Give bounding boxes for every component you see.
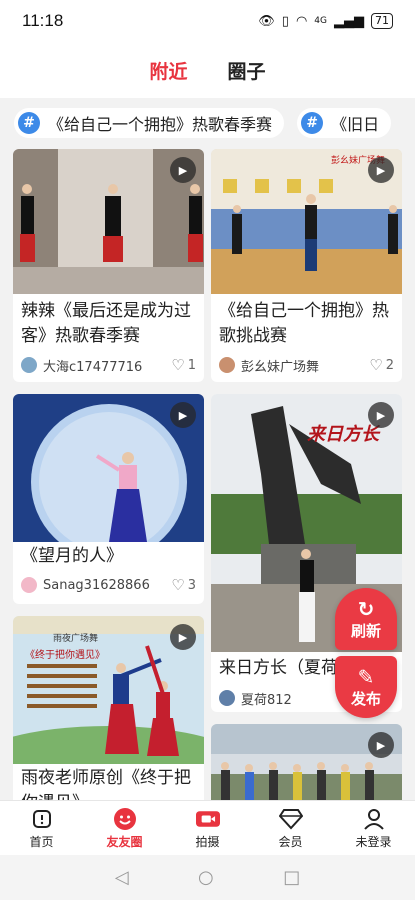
card-title: 《给自己一个拥抱》热歌挑战赛 (219, 301, 389, 346)
avatar (21, 357, 37, 373)
refresh-button[interactable]: ↻ 刷新 (335, 588, 397, 650)
user-icon (362, 807, 386, 831)
video-thumbnail: 雨夜广场舞 《终于把你遇见》 ▶ (13, 616, 204, 764)
video-card[interactable]: ▶ (211, 724, 402, 800)
heart-icon: ♡ (171, 576, 185, 594)
video-thumbnail: ▶ (13, 394, 204, 542)
heart-icon: ♡ (171, 356, 185, 374)
status-icons: 👁 ▯ ◠ 4G ▂▄▆ 71 (258, 13, 393, 29)
diamond-icon (278, 807, 303, 831)
publish-label: 发布 (350, 689, 381, 708)
vibrate-icon: ▯ (281, 13, 289, 29)
battery-indicator: 71 (371, 13, 393, 29)
video-card[interactable]: ▶ 《望月的人》 Sanag31628866 ♡ 3 (13, 394, 204, 604)
camera-icon (195, 807, 220, 831)
video-thumbnail: ▶ (13, 149, 204, 294)
video-card[interactable]: ▶ 辣辣《最后还是成为过客》热歌春季赛 大海c17477716 ♡ 1 (13, 149, 204, 382)
like-button[interactable]: ♡ 1 (171, 356, 196, 374)
refresh-label: 刷新 (350, 621, 381, 640)
heart-icon: ♡ (369, 356, 383, 374)
publish-button[interactable]: ✎ 发布 (335, 656, 397, 718)
tab-membership[interactable]: 会员 (249, 801, 332, 855)
video-card[interactable]: 雨夜广场舞 《终于把你遇见》 ▶ 雨夜老师原创《终于把你遇见》 (13, 616, 204, 800)
card-meta: Sanag31628866 ♡ 3 (21, 575, 196, 595)
signal-label: 4G (314, 16, 327, 26)
tab-label: 拍摄 (195, 834, 220, 849)
card-meta: 彭幺妹广场舞 ♡ 2 (219, 355, 394, 375)
topic-chip[interactable]: # 《旧日 (297, 108, 392, 138)
cell-signal-icon: ▂▄▆ (334, 13, 364, 29)
top-tabs: 附近 圈子 (0, 42, 415, 98)
tab-label: 未登录 (355, 834, 392, 849)
topic-label: 《旧日 (331, 115, 380, 134)
tab-friends-circle[interactable]: 友友圈 (83, 801, 166, 855)
home-icon (30, 807, 54, 831)
thumbnail-caption: 来日方长 (307, 424, 379, 445)
recents-icon[interactable]: □ (283, 867, 300, 888)
tab-label: 友友圈 (106, 834, 143, 849)
wifi-icon: ◠ (295, 13, 308, 29)
hashtag-icon: # (18, 112, 40, 134)
tab-shoot[interactable]: 拍摄 (166, 801, 249, 855)
author-name: Sanag31628866 (43, 577, 150, 593)
play-icon[interactable]: ▶ (368, 402, 394, 428)
thumbnail-caption: 《终于把你遇见》 (25, 650, 105, 661)
like-count: 3 (187, 577, 196, 593)
tab-label: 会员 (278, 834, 303, 849)
card-title: 雨夜老师原创《终于把你遇见》 (21, 768, 191, 800)
eye-icon: 👁 (258, 13, 275, 29)
card-title: 辣辣《最后还是成为过客》热歌春季赛 (21, 301, 191, 346)
card-meta: 大海c17477716 ♡ 1 (21, 355, 196, 375)
refresh-icon: ↻ (357, 596, 375, 621)
video-thumbnail: 彭幺妹广场舞 ▶ (211, 149, 402, 294)
tab-label: 首页 (29, 834, 54, 849)
topic-chips: # 《给自己一个拥抱》热歌春季赛 # 《旧日 (0, 98, 415, 146)
like-button[interactable]: ♡ 3 (171, 576, 196, 594)
system-nav-bar: ◁ ○ □ (0, 855, 415, 900)
card-title: 《望月的人》 (21, 546, 123, 566)
hashtag-icon: # (301, 112, 324, 134)
like-count: 1 (187, 357, 196, 373)
play-icon[interactable]: ▶ (170, 624, 196, 650)
avatar (219, 690, 235, 706)
video-card[interactable]: 彭幺妹广场舞 ▶ 《给自己一个拥抱》热歌挑战赛 彭幺妹广场舞 ♡ 2 (211, 149, 402, 382)
status-bar: 11:18 👁 ▯ ◠ 4G ▂▄▆ 71 (0, 0, 415, 42)
author-name: 大海c17477716 (43, 359, 143, 375)
back-icon[interactable]: ◁ (115, 867, 129, 888)
like-count: 2 (385, 357, 394, 373)
status-time: 11:18 (22, 11, 64, 30)
like-button[interactable]: ♡ 2 (369, 356, 394, 374)
topic-chip[interactable]: # 《给自己一个拥抱》热歌春季赛 (14, 108, 285, 138)
play-icon[interactable]: ▶ (170, 157, 196, 183)
play-icon[interactable]: ▶ (368, 157, 394, 183)
tab-profile[interactable]: 未登录 (332, 801, 415, 855)
tab-home[interactable]: 首页 (0, 801, 83, 855)
video-feed[interactable]: ▶ 辣辣《最后还是成为过客》热歌春季赛 大海c17477716 ♡ 1 彭幺妹广场… (0, 146, 415, 800)
author-name: 彭幺妹广场舞 (241, 359, 320, 375)
video-thumbnail: ▶ (211, 724, 402, 800)
home-circle-icon[interactable]: ○ (198, 867, 214, 888)
avatar (219, 357, 235, 373)
tab-nearby[interactable]: 附近 (149, 57, 187, 84)
pen-icon: ✎ (357, 664, 375, 689)
play-icon[interactable]: ▶ (170, 402, 196, 428)
avatar (21, 577, 37, 593)
smile-icon (113, 807, 137, 831)
bottom-tab-bar: 首页 友友圈 拍摄 会员 未登录 (0, 800, 415, 855)
thumbnail-caption: 雨夜广场舞 (53, 634, 99, 644)
topic-label: 《给自己一个拥抱》热歌春季赛 (48, 115, 273, 134)
play-icon[interactable]: ▶ (368, 732, 394, 758)
tab-circle[interactable]: 圈子 (228, 57, 266, 84)
